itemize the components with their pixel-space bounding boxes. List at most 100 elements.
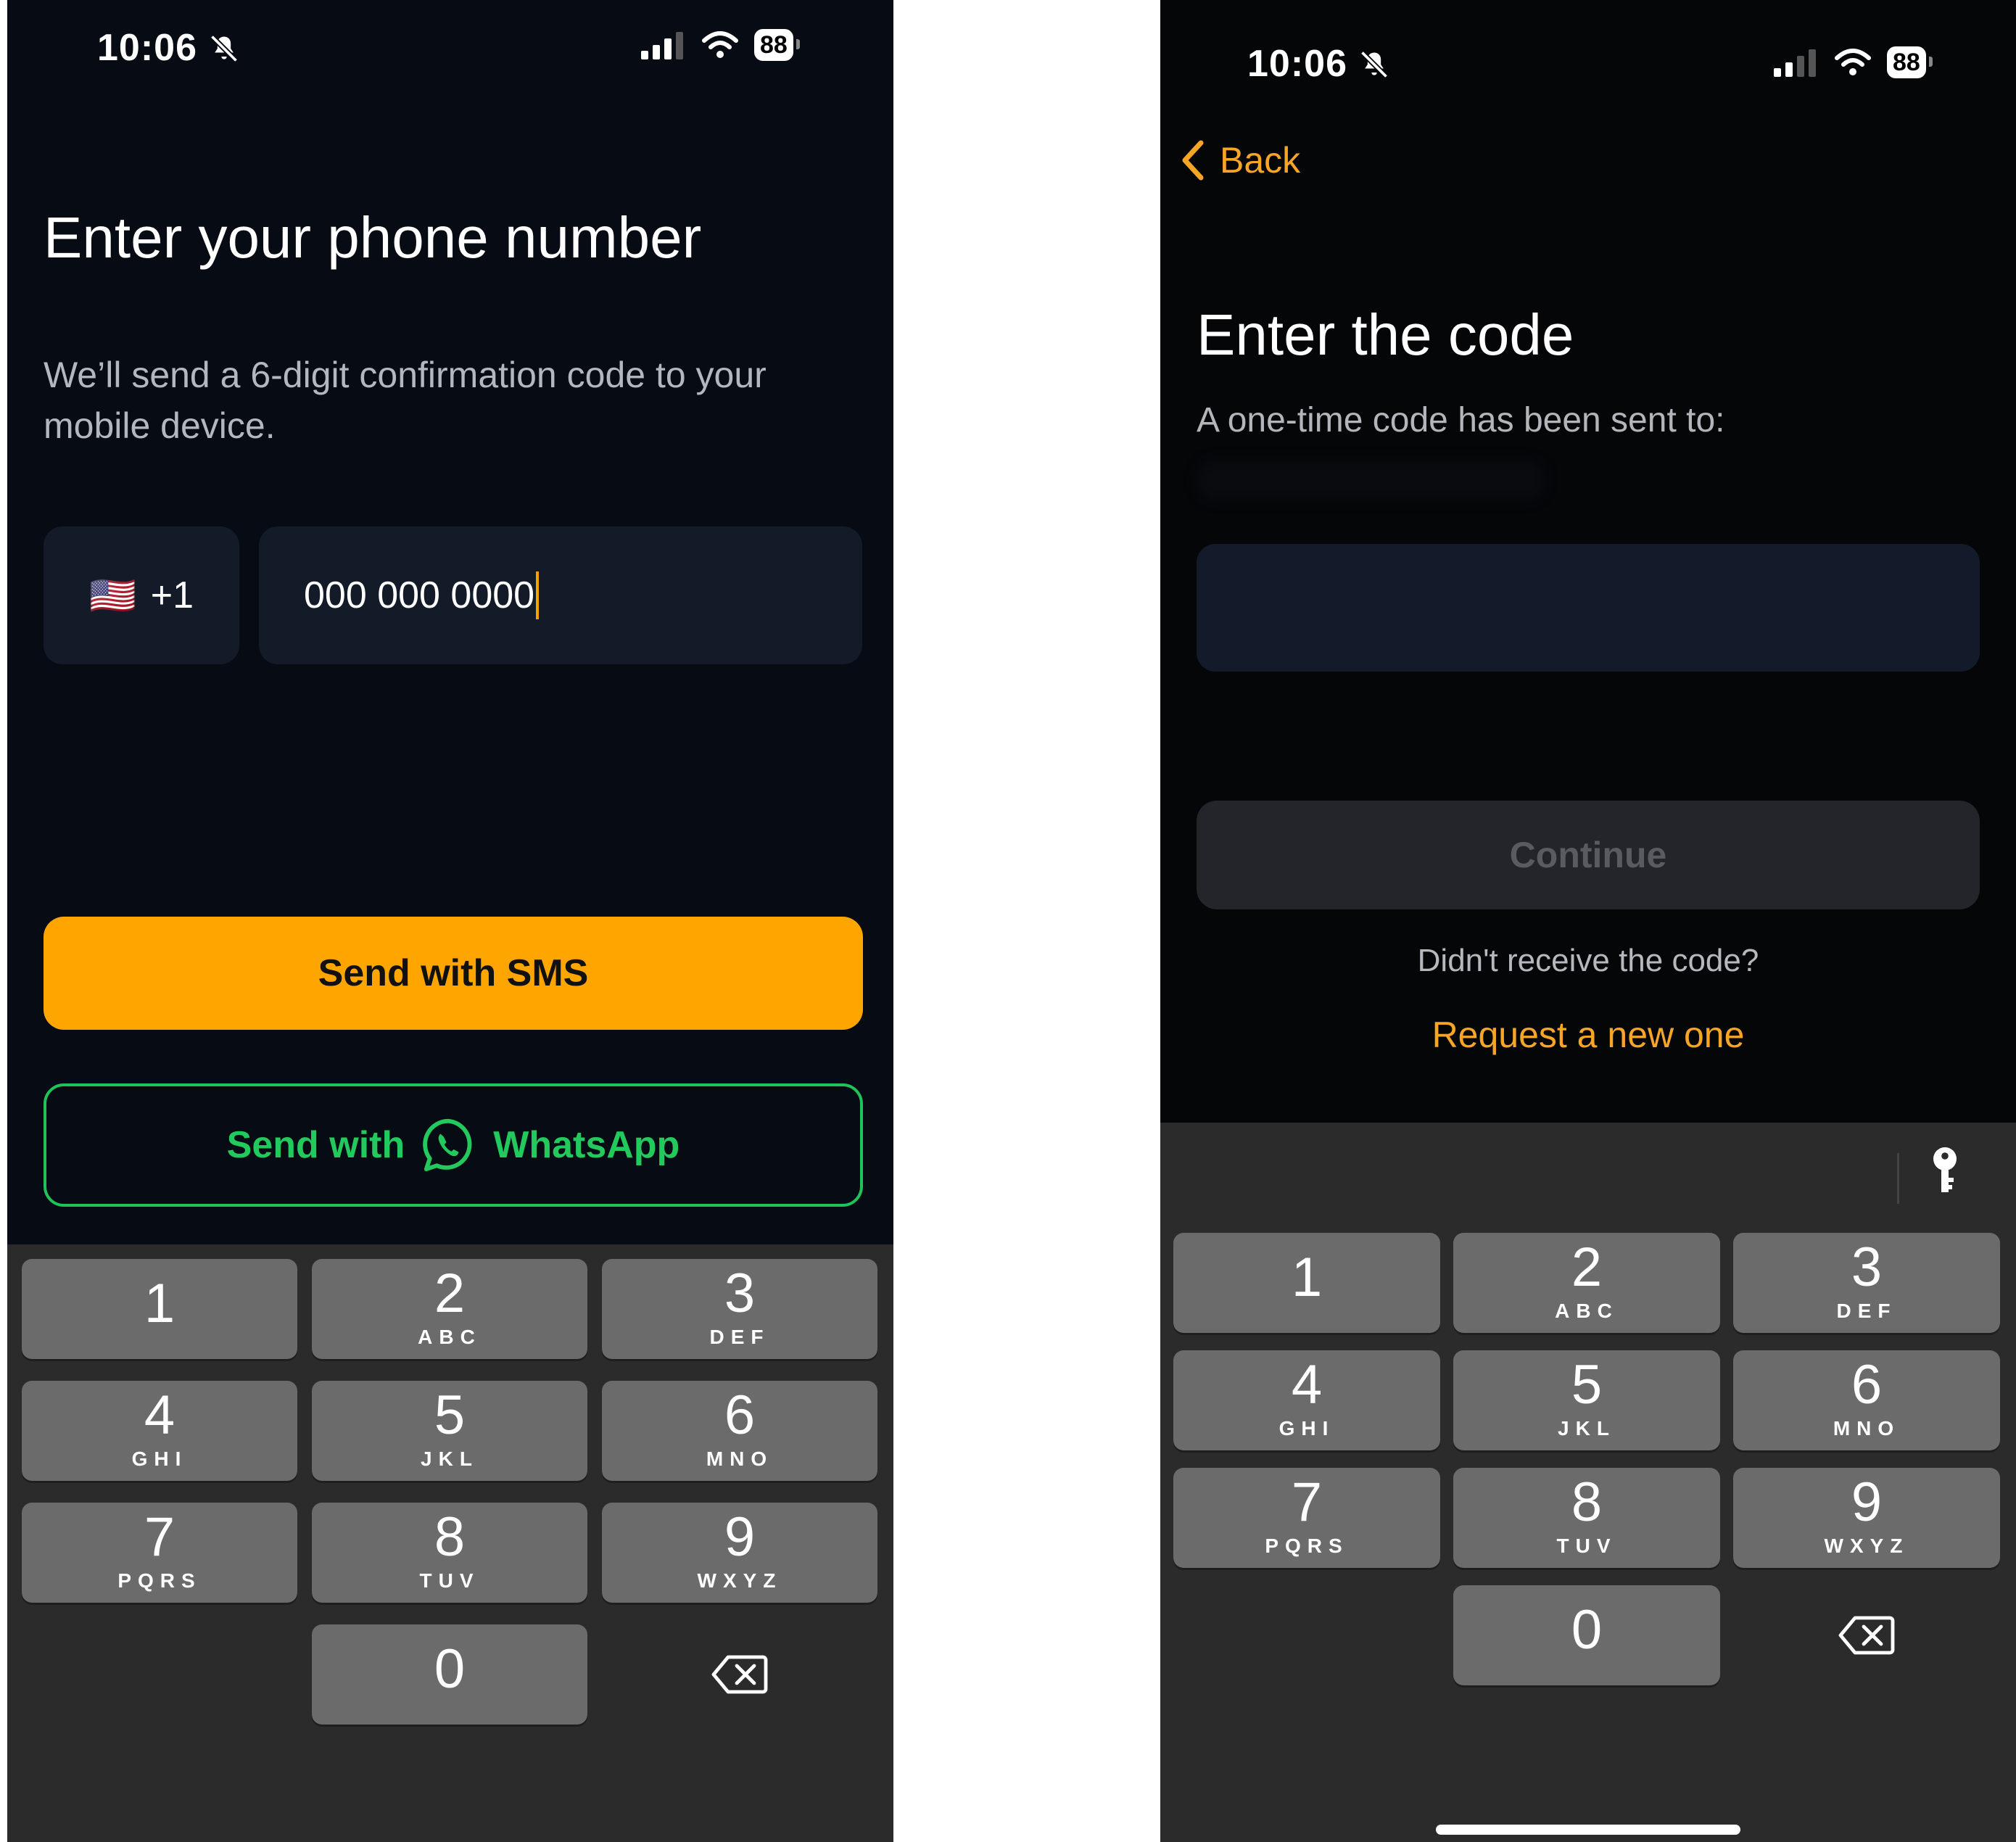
key-letters: WXYZ bbox=[697, 1569, 782, 1592]
key-digit: 8 bbox=[434, 1506, 466, 1568]
wifi-icon bbox=[702, 31, 738, 58]
key-letters: ABC bbox=[1555, 1300, 1619, 1322]
continue-button[interactable]: Continue bbox=[1197, 801, 1980, 909]
signal-icon bbox=[1774, 49, 1816, 77]
phone-number-value: 000 000 0000 bbox=[304, 574, 535, 616]
key-9[interactable]: 9 WXYZ bbox=[602, 1503, 877, 1603]
key-digit: 5 bbox=[1571, 1354, 1603, 1416]
status-bar-time: 10:06 bbox=[1247, 42, 1390, 86]
key-2[interactable]: 2 ABC bbox=[1453, 1233, 1720, 1333]
whatsapp-icon bbox=[423, 1118, 472, 1172]
wifi-icon bbox=[1835, 49, 1871, 75]
key-3[interactable]: 3 DEF bbox=[602, 1259, 877, 1359]
key-digit: 9 bbox=[724, 1506, 756, 1568]
key-7[interactable]: 7 PQRS bbox=[22, 1503, 297, 1603]
phone-number-input[interactable]: 000 000 0000 bbox=[259, 526, 862, 664]
key-6[interactable]: 6 MNO bbox=[1733, 1350, 2000, 1450]
key-digit: 3 bbox=[1851, 1236, 1883, 1298]
key-letters: WXYZ bbox=[1824, 1535, 1909, 1557]
key-icon[interactable] bbox=[1929, 1146, 1961, 1198]
key-digit: 2 bbox=[1571, 1236, 1603, 1298]
status-bar-icons: 88 bbox=[1774, 46, 1933, 78]
redacted-phone-number bbox=[1197, 460, 1545, 500]
back-label: Back bbox=[1220, 140, 1301, 181]
key-digit: 0 bbox=[1571, 1599, 1603, 1661]
numeric-keypad: 1 2 ABC 3 DEF 4 GHI 5 JKL 6 MNO 7 PQRS 8 TUV 9 WXYZ 0 bbox=[7, 1244, 893, 1842]
page-subtitle: We’ll send a 6-digit confirmation code t… bbox=[44, 355, 767, 446]
key-letters: GHI bbox=[1278, 1417, 1335, 1440]
whatsapp-brand: WhatsApp bbox=[493, 1124, 680, 1166]
delete-key[interactable] bbox=[1733, 1585, 2000, 1685]
numeric-keypad: 1 2 ABC 3 DEF 4 GHI 5 JKL 6 MNO 7 PQRS 8 TUV 9 WXYZ 0 bbox=[1160, 1123, 2016, 1842]
key-6[interactable]: 6 MNO bbox=[602, 1381, 877, 1481]
key-digit: 3 bbox=[724, 1263, 756, 1324]
key-8[interactable]: 8 TUV bbox=[312, 1503, 587, 1603]
didnt-receive-text: Didn't receive the code? bbox=[1417, 943, 1759, 978]
key-letters: JKL bbox=[1558, 1417, 1616, 1440]
send-whatsapp-prefix: Send with bbox=[226, 1124, 405, 1166]
key-digit: 8 bbox=[1571, 1471, 1603, 1533]
key-5[interactable]: 5 JKL bbox=[1453, 1350, 1720, 1450]
home-indicator bbox=[1436, 1825, 1740, 1835]
key-letters: PQRS bbox=[117, 1569, 202, 1592]
battery-indicator: 88 bbox=[1887, 46, 1933, 78]
keyboard-accessory-bar bbox=[1160, 1123, 2016, 1231]
status-bar-time: 10:06 bbox=[97, 26, 240, 70]
key-digit: 7 bbox=[144, 1506, 175, 1568]
key-0[interactable]: 0 bbox=[312, 1624, 587, 1725]
key-1[interactable]: 1 bbox=[1173, 1233, 1440, 1333]
chevron-left-icon bbox=[1182, 140, 1204, 181]
back-button[interactable]: Back bbox=[1179, 139, 1300, 181]
backspace-icon bbox=[711, 1655, 768, 1694]
phone-entry-screen: 10:06 88 Enter your phone number We’ll s… bbox=[7, 0, 893, 1842]
code-input[interactable] bbox=[1197, 544, 1980, 672]
key-digit: 6 bbox=[1851, 1354, 1883, 1416]
key-digit: 7 bbox=[1291, 1471, 1323, 1533]
request-new-code-link[interactable]: Request a new one bbox=[1160, 1014, 2016, 1056]
key-digit: 1 bbox=[144, 1273, 175, 1334]
key-5[interactable]: 5 JKL bbox=[312, 1381, 587, 1481]
key-letters: DEF bbox=[1836, 1300, 1897, 1322]
key-9[interactable]: 9 WXYZ bbox=[1733, 1468, 2000, 1568]
continue-label: Continue bbox=[1509, 835, 1667, 875]
key-digit: 4 bbox=[144, 1384, 175, 1446]
bell-muted-icon bbox=[1360, 50, 1389, 79]
key-0[interactable]: 0 bbox=[1453, 1585, 1720, 1685]
send-sms-label: Send with SMS bbox=[318, 952, 589, 994]
key-letters: GHI bbox=[131, 1447, 188, 1470]
key-4[interactable]: 4 GHI bbox=[22, 1381, 297, 1481]
key-letters: TUV bbox=[1556, 1535, 1617, 1557]
bell-muted-icon bbox=[210, 34, 239, 63]
key-letters: MNO bbox=[706, 1447, 774, 1470]
key-letters: JKL bbox=[421, 1447, 479, 1470]
page-subtitle: A one-time code has been sent to: bbox=[1197, 401, 1725, 439]
us-flag-icon: 🇺🇸 bbox=[88, 574, 136, 617]
key-7[interactable]: 7 PQRS bbox=[1173, 1468, 1440, 1568]
key-letters: MNO bbox=[1833, 1417, 1901, 1440]
backspace-icon bbox=[1838, 1616, 1895, 1655]
key-letters: ABC bbox=[418, 1326, 482, 1348]
battery-indicator: 88 bbox=[754, 29, 800, 61]
send-sms-button[interactable]: Send with SMS bbox=[44, 917, 863, 1030]
country-code: +1 bbox=[150, 574, 194, 616]
country-code-selector[interactable]: 🇺🇸 +1 bbox=[44, 526, 239, 664]
key-3[interactable]: 3 DEF bbox=[1733, 1233, 2000, 1333]
delete-key[interactable] bbox=[602, 1624, 877, 1725]
key-letters: TUV bbox=[419, 1569, 480, 1592]
key-digit: 5 bbox=[434, 1384, 466, 1446]
key-digit: 4 bbox=[1291, 1354, 1323, 1416]
key-4[interactable]: 4 GHI bbox=[1173, 1350, 1440, 1450]
key-digit: 0 bbox=[434, 1638, 466, 1700]
key-digit: 2 bbox=[434, 1263, 466, 1324]
key-8[interactable]: 8 TUV bbox=[1453, 1468, 1720, 1568]
key-2[interactable]: 2 ABC bbox=[312, 1259, 587, 1359]
key-letters: DEF bbox=[709, 1326, 770, 1348]
code-entry-screen: 10:06 88 Back Enter the code A one-time … bbox=[1160, 0, 2016, 1842]
key-letters: PQRS bbox=[1265, 1535, 1349, 1557]
key-1[interactable]: 1 bbox=[22, 1259, 297, 1359]
send-whatsapp-button[interactable]: Send with WhatsApp bbox=[44, 1083, 863, 1207]
page-title: Enter the code bbox=[1197, 302, 1574, 367]
page-title: Enter your phone number bbox=[44, 205, 702, 270]
accessory-divider bbox=[1897, 1153, 1899, 1204]
key-digit: 1 bbox=[1291, 1247, 1323, 1308]
